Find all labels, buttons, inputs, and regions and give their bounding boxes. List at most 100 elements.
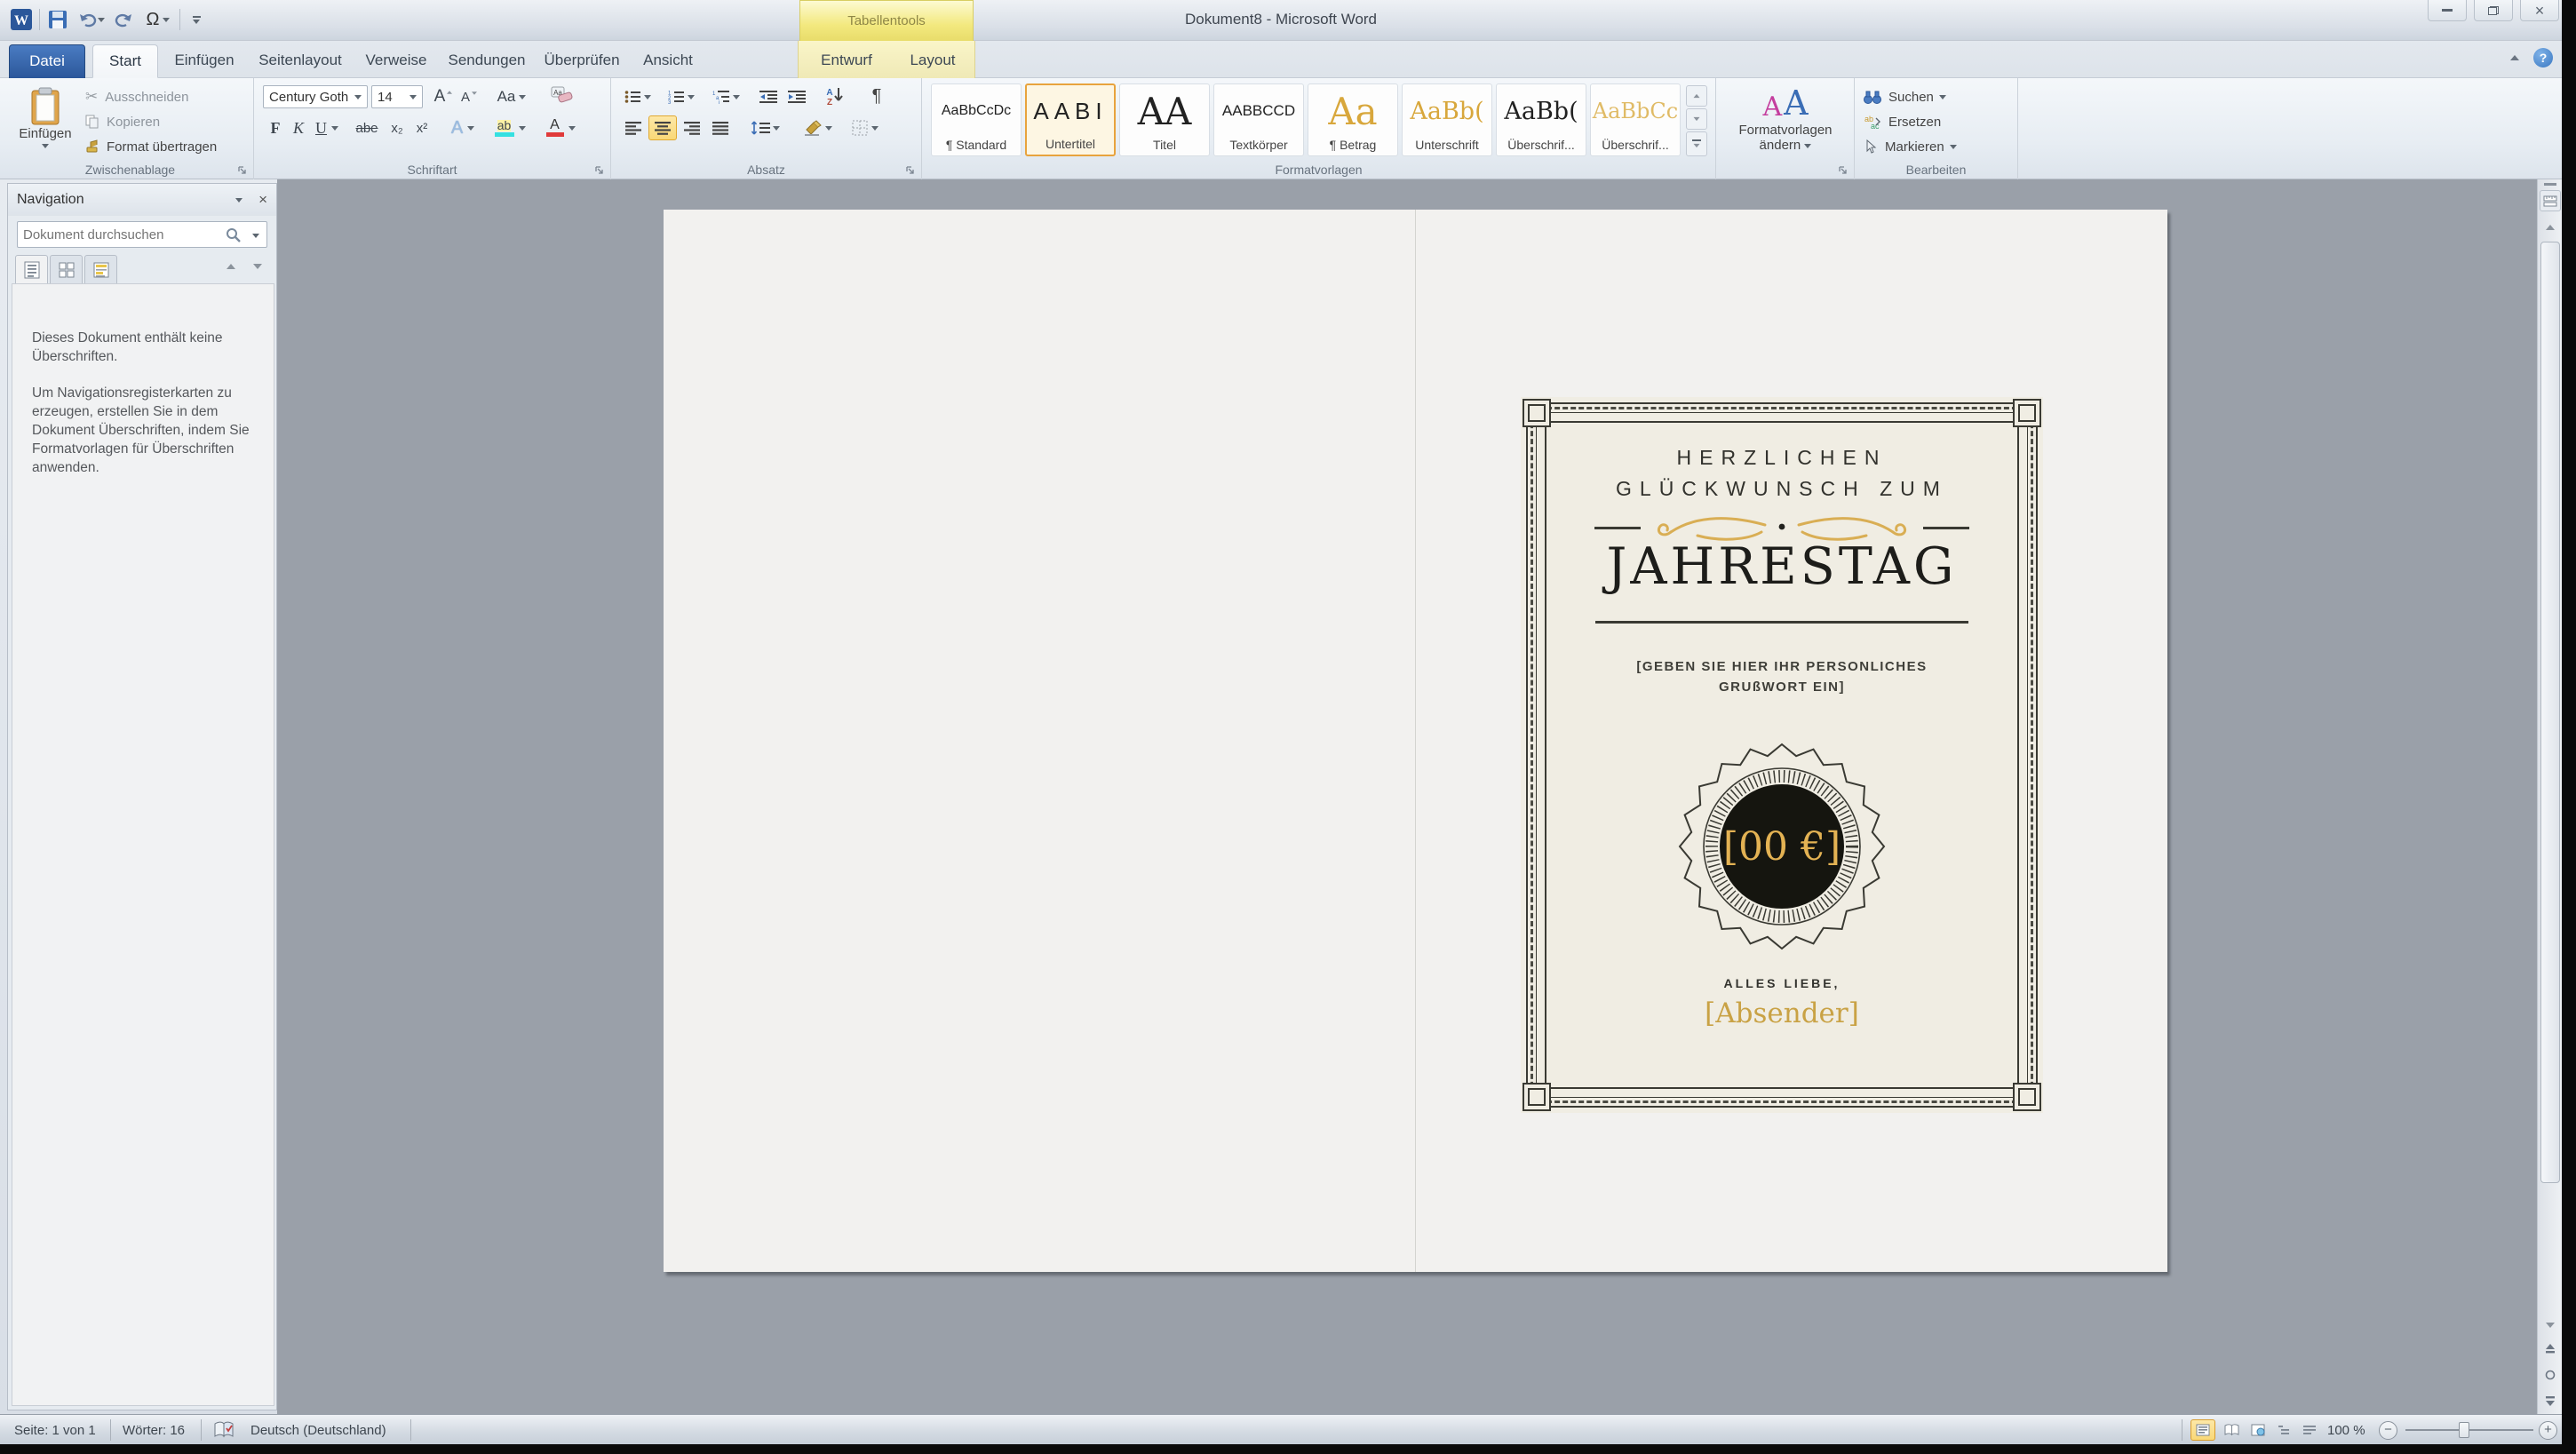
view-print-layout-button[interactable] [2190, 1419, 2215, 1441]
view-web-layout-button[interactable] [2246, 1419, 2270, 1441]
style-betrag[interactable]: Aa ¶ Betrag [1308, 83, 1398, 156]
borders-button[interactable] [844, 115, 886, 140]
card-greeting-line1[interactable]: HERZLICHEN [1521, 446, 2043, 470]
help-button[interactable]: ? [2532, 46, 2555, 69]
styles-more-button[interactable] [1686, 131, 1707, 156]
change-case-button[interactable]: Aa [492, 85, 531, 108]
minimize-button[interactable] [2428, 0, 2467, 21]
decrease-indent-button[interactable] [755, 85, 782, 108]
change-styles-button[interactable]: A A Formatvorlagen ändern [1723, 83, 1848, 165]
language-indicator[interactable]: Deutsch (Deutschland) [250, 1415, 386, 1445]
navigation-search-box[interactable] [17, 221, 267, 248]
tab-layout[interactable]: Layout [894, 44, 972, 78]
underline-button[interactable]: U [311, 115, 343, 140]
increase-indent-button[interactable] [783, 85, 810, 108]
styles-scroll-down[interactable] [1686, 108, 1707, 130]
zoom-slider-track[interactable] [2405, 1429, 2533, 1431]
font-name-select[interactable]: Century Goth [263, 85, 368, 108]
style-ueberschrift1[interactable]: AaBb( Überschrif... [1496, 83, 1586, 156]
select-browse-object-button[interactable] [2540, 1364, 2561, 1386]
sort-button[interactable]: AZ [821, 83, 853, 108]
qat-customize-button[interactable] [185, 7, 208, 32]
word-count[interactable]: Wörter: 16 [123, 1415, 185, 1445]
redo-button[interactable] [110, 7, 137, 32]
search-icon[interactable] [226, 227, 242, 243]
copy-button[interactable]: Kopieren [85, 110, 160, 133]
tab-sendungen[interactable]: Sendungen [442, 44, 531, 78]
nav-previous-icon[interactable] [227, 264, 235, 269]
scroll-down-button[interactable] [2540, 1315, 2561, 1336]
tab-seitenlayout[interactable]: Seitenlayout [250, 44, 350, 78]
document-area[interactable]: HERZLICHEN GLÜCKWUNSCH ZUM JAHR [277, 179, 2537, 1414]
superscript-button[interactable]: x² [410, 115, 433, 140]
align-center-button[interactable] [648, 115, 677, 140]
nav-tab-pages[interactable] [50, 255, 83, 284]
shading-button[interactable] [796, 115, 839, 140]
tab-ueberpruefen[interactable]: Überprüfen [537, 44, 627, 78]
page-indicator[interactable]: Seite: 1 von 1 [14, 1415, 96, 1445]
find-button[interactable]: Suchen [1864, 85, 1946, 108]
word-app-icon[interactable]: W [7, 7, 36, 32]
align-left-button[interactable] [620, 115, 647, 140]
ruler-toggle-button[interactable] [2540, 190, 2561, 211]
tab-datei[interactable]: Datei [9, 44, 85, 78]
close-button[interactable]: × [2520, 0, 2559, 21]
nav-tab-results[interactable] [84, 255, 117, 284]
amount-badge[interactable]: [00 €] [1675, 740, 1888, 953]
numbering-button[interactable]: 123 [661, 85, 700, 108]
zoom-slider-handle[interactable] [2459, 1422, 2469, 1438]
text-effects-button[interactable]: A [444, 115, 481, 140]
card-sender-placeholder[interactable]: [Absender] [1521, 997, 2043, 1029]
strikethrough-button[interactable]: abe [350, 115, 384, 140]
search-options-caret[interactable] [252, 234, 259, 238]
view-draft-button[interactable] [2297, 1419, 2322, 1441]
zoom-level[interactable]: 100 % [2327, 1415, 2365, 1445]
zoom-in-button[interactable]: + [2539, 1421, 2557, 1440]
card-closing[interactable]: ALLES LIEBE, [1521, 976, 2043, 990]
collapse-ribbon-button[interactable] [2503, 46, 2526, 69]
style-untertitel[interactable]: AABI Untertitel [1025, 83, 1116, 156]
zoom-out-button[interactable]: − [2379, 1421, 2397, 1440]
paragraph-dialog-launcher[interactable] [905, 165, 916, 176]
line-spacing-button[interactable] [744, 115, 785, 140]
tab-verweise[interactable]: Verweise [357, 44, 435, 78]
style-ueberschrift2[interactable]: AaBbCc Überschrif... [1590, 83, 1681, 156]
tab-start[interactable]: Start [92, 44, 158, 78]
multilevel-list-button[interactable]: 1ai [705, 85, 746, 108]
document-page[interactable]: HERZLICHEN GLÜCKWUNSCH ZUM JAHR [664, 210, 2167, 1272]
format-painter-button[interactable]: Format übertragen [85, 135, 217, 158]
anniversary-card[interactable]: HERZLICHEN GLÜCKWUNSCH ZUM JAHR [1521, 397, 2043, 1113]
clipboard-dialog-launcher[interactable] [237, 165, 248, 176]
vertical-scrollbar[interactable] [2537, 179, 2562, 1414]
show-marks-button[interactable]: ¶ [863, 83, 890, 108]
tab-entwurf[interactable]: Entwurf [805, 44, 888, 78]
select-button[interactable]: Markieren [1864, 135, 1957, 158]
bullets-button[interactable] [620, 85, 656, 108]
nav-tab-headings[interactable] [15, 255, 48, 284]
next-page-button[interactable] [2540, 1389, 2561, 1410]
styles-scroll-up[interactable] [1686, 85, 1707, 107]
tab-einfuegen[interactable]: Einfügen [165, 44, 243, 78]
style-textkoerper[interactable]: AABBCCD Textkörper [1213, 83, 1304, 156]
proofing-status[interactable] [213, 1415, 235, 1445]
subscript-button[interactable]: x₂ [386, 115, 409, 140]
paste-button[interactable]: Einfügen [12, 83, 78, 160]
split-handle[interactable] [2544, 183, 2556, 186]
align-right-button[interactable] [679, 115, 705, 140]
nav-next-icon[interactable] [253, 264, 262, 269]
previous-page-button[interactable] [2540, 1339, 2561, 1361]
scroll-up-button[interactable] [2540, 217, 2561, 238]
cut-button[interactable]: ✂ Ausschneiden [85, 85, 188, 108]
font-dialog-launcher[interactable] [594, 165, 605, 176]
search-input[interactable] [23, 224, 210, 245]
clear-formatting-button[interactable]: Aa [547, 83, 577, 108]
shrink-font-button[interactable]: A [458, 85, 481, 108]
change-styles-dialog-launcher[interactable] [1838, 165, 1849, 176]
bold-button[interactable]: F [265, 115, 286, 140]
font-size-select[interactable]: 14 [371, 85, 423, 108]
badge-amount-text[interactable]: [00 €] [1723, 824, 1841, 870]
highlight-button[interactable]: ab [487, 115, 533, 140]
justify-button[interactable] [707, 115, 734, 140]
grow-font-button[interactable]: A [432, 85, 457, 108]
replace-button[interactable]: abac Ersetzen [1864, 110, 1941, 133]
